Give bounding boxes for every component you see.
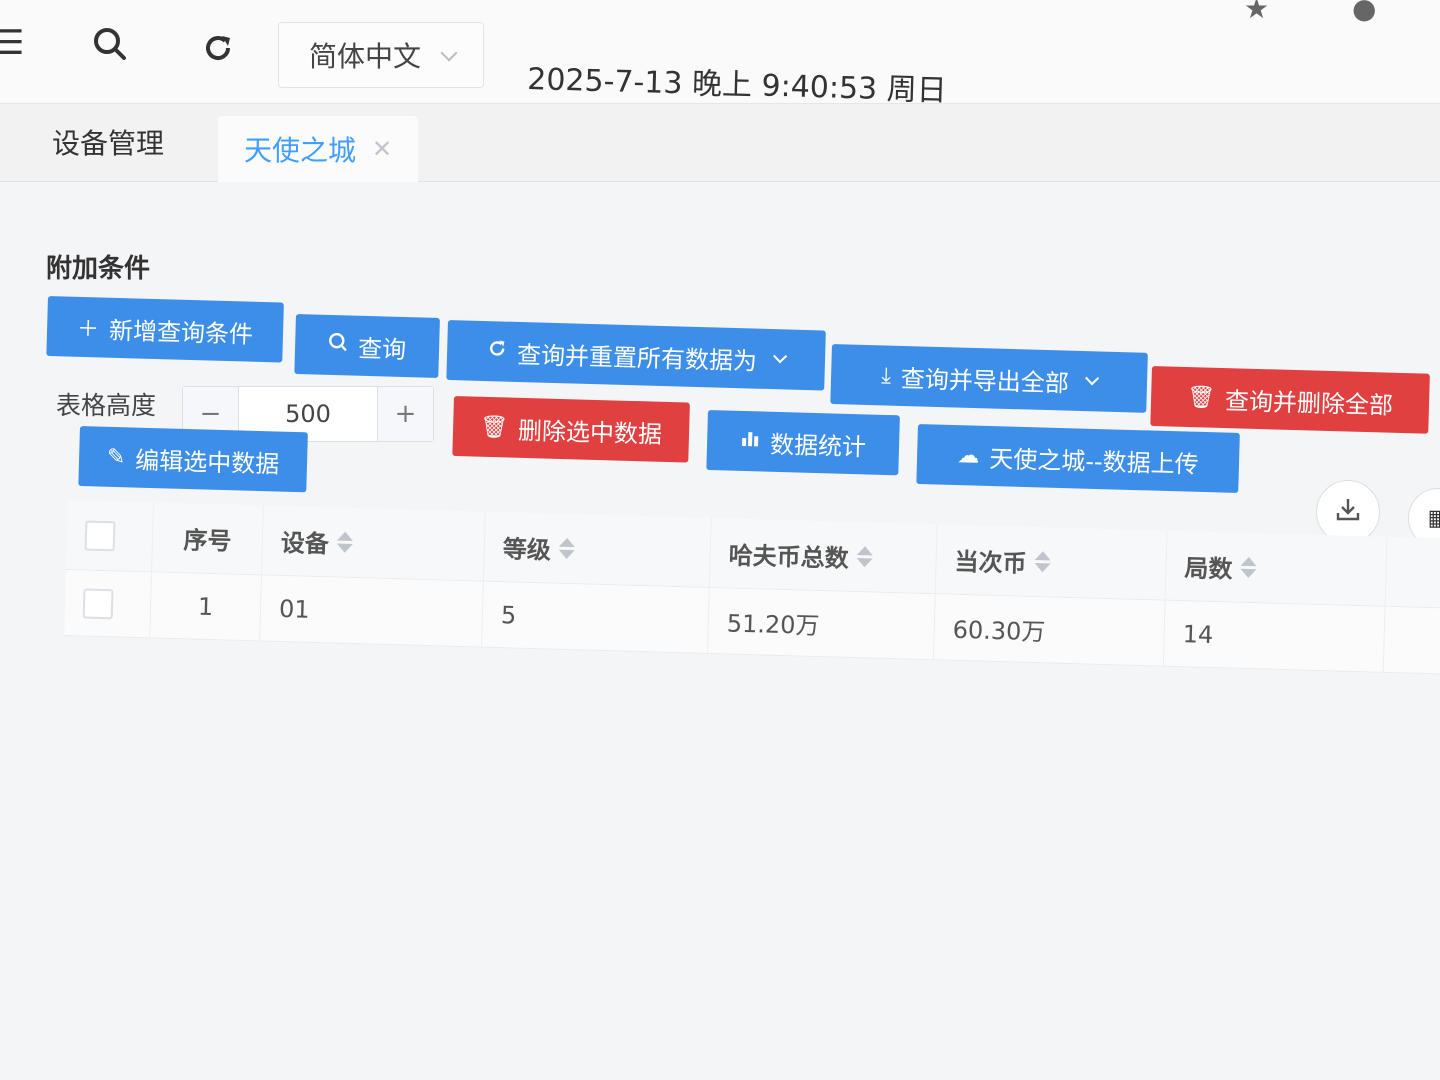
button-label: 天使之城--数据上传 (989, 444, 1200, 479)
query-button[interactable]: 查询 (294, 314, 440, 378)
tab-device-management[interactable]: 设备管理 (52, 122, 164, 162)
search-icon (328, 332, 349, 359)
sort-icon[interactable] (1240, 556, 1257, 579)
column-header-device[interactable]: 设备 (261, 505, 486, 581)
button-label: 查询并删除全部 (1224, 386, 1394, 420)
column-header-level[interactable]: 等级 (483, 511, 712, 587)
tab-angel-city[interactable]: 天使之城 ✕ (218, 116, 419, 182)
column-label: 哈夫币总数 (728, 541, 850, 573)
upload-button[interactable]: ☁ 天使之城--数据上传 (916, 424, 1240, 493)
button-label: 查询 (357, 334, 407, 364)
sort-icon[interactable] (1034, 551, 1051, 573)
language-select[interactable]: 简体中文 (278, 22, 484, 88)
column-label: 当次币 (954, 547, 1027, 578)
search-icon[interactable] (92, 26, 128, 68)
bar-chart-icon (740, 428, 761, 455)
chevron-down-icon (440, 44, 458, 62)
column-label: 序号 (183, 526, 232, 556)
query-reset-button[interactable]: 查询并重置所有数据为 (446, 320, 826, 391)
add-condition-button[interactable]: ＋ 新增查询条件 (46, 296, 284, 363)
column-header-total-coins[interactable]: 哈夫币总数 (709, 517, 938, 594)
page: ☰ 简体中文 2025-7-13 晚上 9:40:53 周日 ★ ● 设备管理 … (0, 0, 1440, 1080)
select-all-checkbox[interactable] (84, 519, 116, 551)
button-label: 删除选中数据 (517, 416, 663, 449)
chevron-down-icon (1084, 371, 1100, 386)
refresh-icon (487, 338, 508, 365)
sort-icon[interactable] (336, 531, 354, 553)
cell-total-coins: 51.20万 (707, 587, 936, 660)
bookmark-icon[interactable]: ★ (1244, 0, 1269, 25)
section-title: 附加条件 (46, 254, 151, 284)
columns-icon: ▦ (1427, 505, 1440, 531)
cell-rounds: 14 (1163, 600, 1386, 672)
cell-more (1384, 607, 1440, 674)
query-delete-all-button[interactable]: 🗑 查询并删除全部 (1150, 366, 1430, 434)
menu-icon[interactable]: ☰ (0, 26, 24, 60)
row-checkbox[interactable] (82, 587, 114, 619)
column-header-more (1386, 537, 1440, 608)
increment-button[interactable]: + (377, 387, 433, 441)
select-all-cell (66, 500, 154, 572)
tab-bar: 设备管理 天使之城 ✕ (0, 104, 1440, 182)
download-icon (1335, 496, 1361, 529)
cell-device: 01 (260, 575, 484, 647)
button-label: 新增查询条件 (108, 316, 254, 349)
cell-index: 1 (150, 572, 262, 641)
plus-icon: ＋ (76, 316, 100, 343)
column-label: 局数 (1184, 554, 1233, 584)
tab-label: 设备管理 (52, 127, 165, 160)
cell-level: 5 (482, 581, 710, 653)
column-header-index: 序号 (152, 502, 264, 575)
datetime-display: 2025-7-13 晚上 9:40:53 周日 (526, 61, 948, 109)
row-select-cell (64, 569, 153, 638)
column-header-rounds[interactable]: 局数 (1165, 530, 1388, 606)
button-label: 查询并导出全部 (900, 364, 1070, 398)
close-icon[interactable]: ✕ (372, 135, 392, 163)
refresh-icon[interactable] (202, 32, 234, 70)
edit-selected-button[interactable]: ✎ 编辑选中数据 (78, 426, 308, 493)
top-bar: ☰ 简体中文 2025-7-13 晚上 9:40:53 周日 ★ ● (0, 0, 1440, 109)
sort-icon[interactable] (558, 537, 576, 560)
chevron-down-icon (773, 349, 788, 364)
table-height-label: 表格高度 (56, 391, 157, 420)
button-label: 编辑选中数据 (134, 446, 280, 479)
column-label: 设备 (280, 528, 330, 559)
button-label: 数据统计 (769, 430, 867, 461)
statistics-button[interactable]: 数据统计 (706, 410, 900, 476)
tab-label: 天使之城 (244, 134, 357, 167)
trash-icon: 🗑 (1186, 384, 1216, 411)
edit-icon: ✎ (106, 444, 126, 470)
download-icon: ⤓ (880, 362, 892, 389)
query-export-button[interactable]: ⤓ 查询并导出全部 (830, 344, 1148, 413)
delete-selected-button[interactable]: 🗑 删除选中数据 (452, 396, 690, 463)
avatar[interactable]: ● (1352, 0, 1376, 25)
column-header-current-coins[interactable]: 当次币 (935, 524, 1168, 600)
cell-current-coins: 60.30万 (933, 594, 1166, 666)
column-label: 等级 (502, 535, 552, 565)
sort-icon[interactable] (856, 546, 874, 568)
data-table: 序号 设备 等级 哈夫币总数 当次币 局数 1 01 5 51.20万 60.3… (62, 500, 1440, 768)
button-label: 查询并重置所有数据为 (516, 340, 758, 376)
cloud-upload-icon: ☁ (957, 442, 980, 469)
language-select-value: 简体中文 (309, 40, 422, 73)
trash-icon: 🗑 (479, 414, 509, 441)
